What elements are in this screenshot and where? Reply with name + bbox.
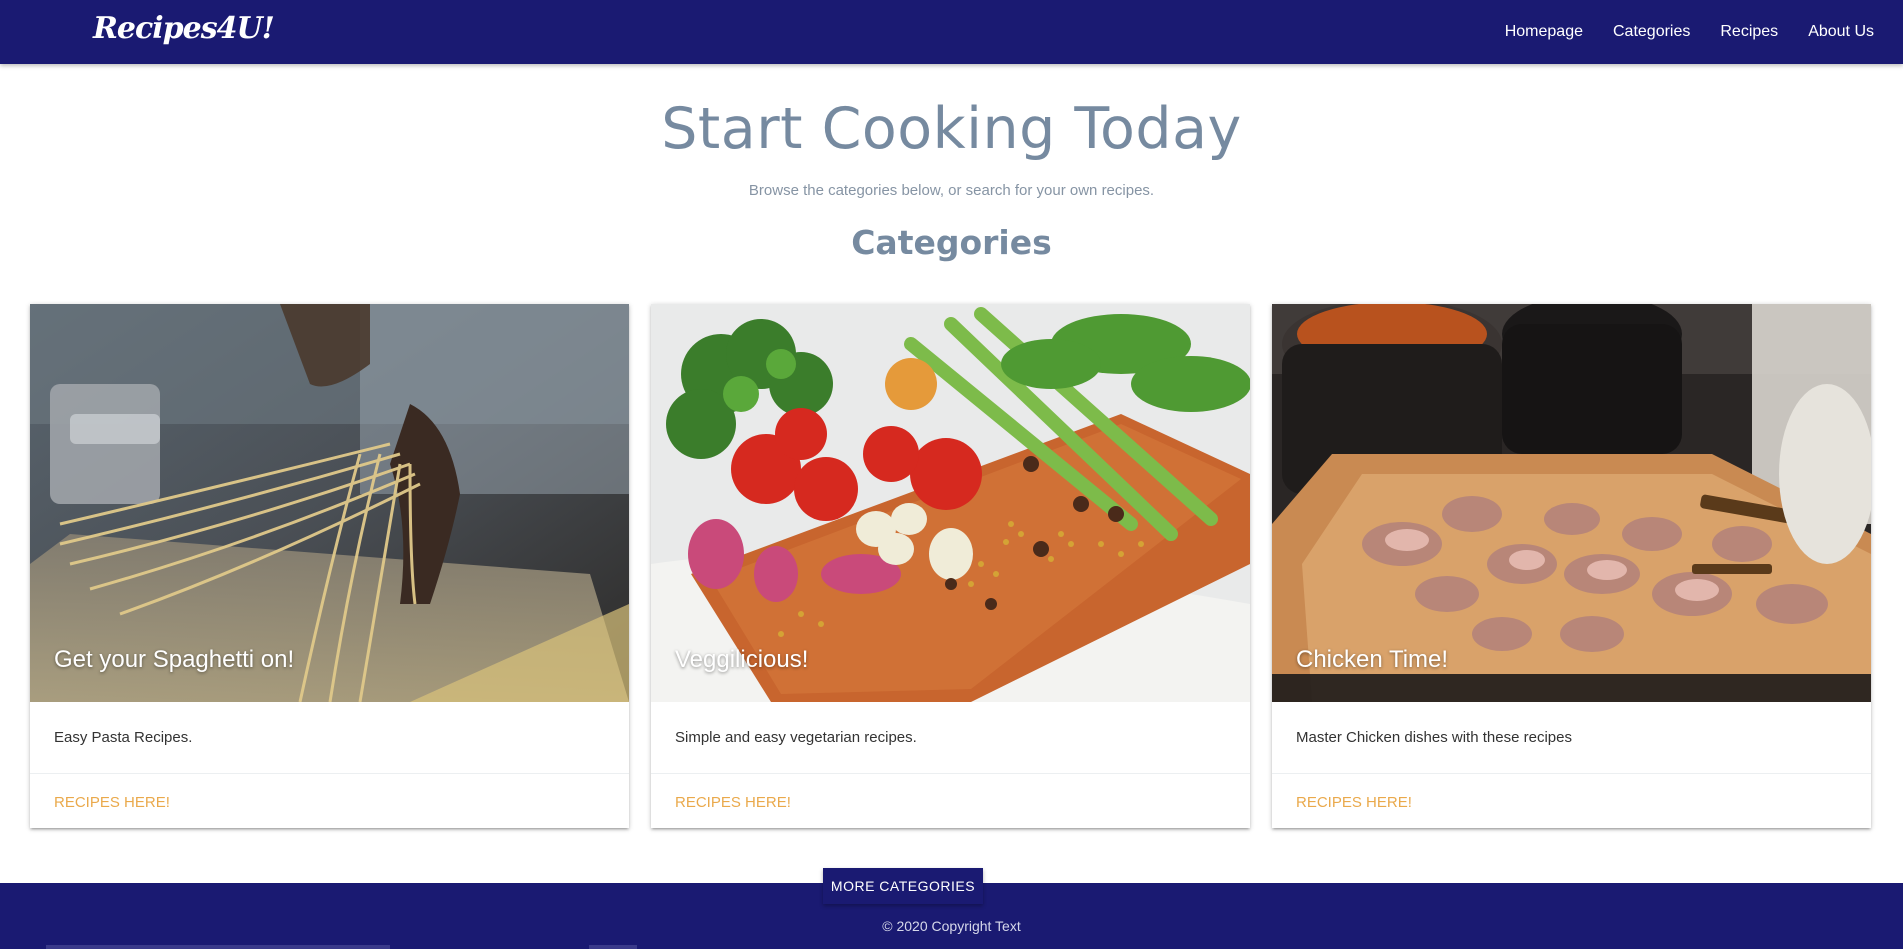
card-divider [30,773,629,774]
nav-links: Homepage Categories Recipes About Us [1490,0,1889,64]
card-title: Chicken Time! [1296,646,1449,673]
pasta-image[interactable]: Get your Spaghetti on! [30,304,629,702]
category-card-chicken: Chicken Time! Master Chicken dishes with… [1272,304,1871,828]
recipes-here-link[interactable]: RECIPES HERE! [675,794,791,811]
veggie-image[interactable]: Veggilicious! [651,304,1250,702]
footer-scrollbar-thumb [589,945,637,949]
card-title: Veggilicious! [675,646,809,673]
navbar: Recipes4U! Homepage Categories Recipes A… [0,0,1903,64]
nav-link-recipes[interactable]: Recipes [1705,23,1793,41]
card-description: Easy Pasta Recipes. [54,729,193,746]
page-title: Start Cooking Today [661,96,1242,162]
brand-logo[interactable]: Recipes4U! [93,11,275,46]
more-categories-button[interactable]: MORE CATEGORIES [823,868,983,904]
pasta-photo [30,304,629,702]
card-description: Simple and easy vegetarian recipes. [675,729,917,746]
card-divider [1272,773,1871,774]
nav-link-about-us[interactable]: About Us [1793,23,1889,41]
chicken-photo [1272,304,1871,702]
category-card-vegetarian: Veggilicious! Simple and easy vegetarian… [651,304,1250,828]
card-divider [651,773,1250,774]
page-subtitle: Browse the categories below, or search f… [748,182,1155,199]
card-title: Get your Spaghetti on! [54,646,295,673]
recipes-here-link[interactable]: RECIPES HERE! [1296,794,1412,811]
chicken-image[interactable]: Chicken Time! [1272,304,1871,702]
nav-link-categories[interactable]: Categories [1598,23,1705,41]
copyright-text: © 2020 Copyright Text [882,918,1021,934]
categories-heading: Categories [851,223,1052,262]
veggie-photo [651,304,1250,702]
category-card-pasta: Get your Spaghetti on! Easy Pasta Recipe… [30,304,629,828]
footer-scrollbar-track [46,945,390,949]
card-description: Master Chicken dishes with these recipes [1296,729,1572,746]
recipes-here-link[interactable]: RECIPES HERE! [54,794,170,811]
nav-link-homepage[interactable]: Homepage [1490,23,1598,41]
